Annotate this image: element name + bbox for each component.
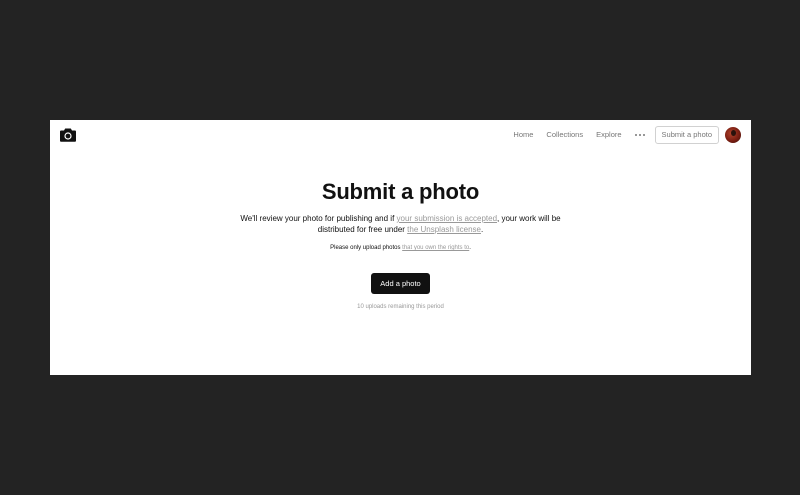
page-frame: Home Collections Explore Submit a photo … [50,120,751,375]
nav-links: Home Collections Explore Submit a photo [513,126,741,144]
nav-home-link[interactable]: Home [513,126,533,144]
description-text: We'll review your photo for publishing a… [240,214,397,223]
submit-photo-button[interactable]: Submit a photo [654,126,719,144]
top-navbar: Home Collections Explore Submit a photo [50,120,751,150]
ellipsis-dot [638,134,641,136]
user-avatar[interactable] [725,127,741,143]
submission-accepted-link[interactable]: your submission is accepted [397,214,498,223]
unsplash-license-link[interactable]: the Unsplash license [407,225,481,234]
rights-link[interactable]: that you own the rights to [402,245,469,251]
ellipsis-icon[interactable] [634,126,645,144]
page-title: Submit a photo [321,179,480,204]
description-text: . [480,225,484,234]
camera-icon[interactable] [60,128,76,142]
add-photo-button[interactable]: Add a photo [371,273,430,294]
nav-explore-link[interactable]: Explore [596,126,621,144]
ellipsis-dot [642,134,645,136]
submission-description: We'll review your photo for publishing a… [240,213,561,235]
uploads-remaining-text: 10 uploads remaining this period [357,304,444,310]
note-text: Please only upload photos [330,245,403,251]
nav-collections-link[interactable]: Collections [546,126,583,144]
ellipsis-dot [634,134,637,136]
note-text: . [469,245,471,251]
rights-note: Please only upload photos that you own t… [50,244,751,253]
